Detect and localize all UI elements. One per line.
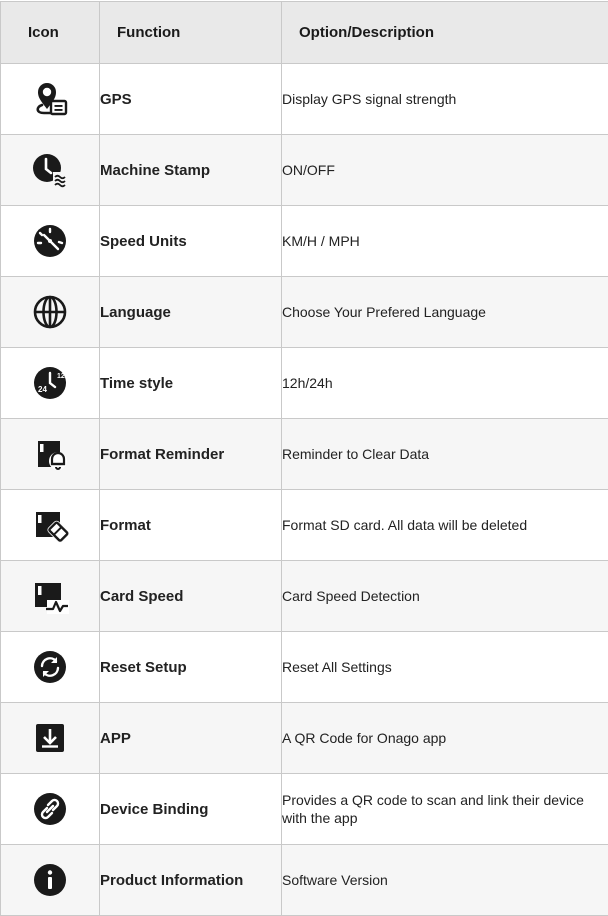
- icon-cell: [1, 561, 100, 632]
- icon-cell: [1, 419, 100, 490]
- icon-cell: [1, 277, 100, 348]
- globe-icon: [30, 292, 70, 332]
- clock-24-icon: 12 24: [30, 363, 70, 403]
- table-row-speed-units: Speed Units KM/H / MPH: [1, 206, 608, 277]
- option-description: Format SD card. All data will be deleted: [282, 490, 608, 561]
- icon-cell: [1, 703, 100, 774]
- option-description: Reminder to Clear Data: [282, 419, 608, 490]
- clock-label-12: 12: [57, 373, 65, 380]
- function-label: Product Information: [100, 845, 282, 916]
- icon-cell: [1, 490, 100, 561]
- sd-card-bell-icon: [30, 434, 70, 474]
- sd-card-eraser-icon: [30, 505, 70, 545]
- download-icon: [30, 718, 70, 758]
- header-function: Function: [100, 2, 282, 64]
- option-description: Display GPS signal strength: [282, 64, 608, 135]
- function-label: Format: [100, 490, 282, 561]
- option-description: 12h/24h: [282, 348, 608, 419]
- icon-cell: [1, 206, 100, 277]
- function-label: APP: [100, 703, 282, 774]
- icon-cell: [1, 845, 100, 916]
- header-option: Option/Description: [282, 2, 608, 64]
- option-description: A QR Code for Onago app: [282, 703, 608, 774]
- clock-waves-icon: [30, 150, 70, 190]
- option-description: Reset All Settings: [282, 632, 608, 703]
- table-row-machine-stamp: Machine Stamp ON/OFF: [1, 135, 608, 206]
- icon-cell: [1, 135, 100, 206]
- speedometer-icon: [30, 221, 70, 261]
- info-icon: [30, 860, 70, 900]
- clock-label-24: 24: [38, 385, 47, 394]
- function-label: Device Binding: [100, 774, 282, 845]
- function-label: Time style: [100, 348, 282, 419]
- sd-card-speed-icon: [30, 576, 70, 616]
- table-row-format: Format Format SD card. All data will be …: [1, 490, 608, 561]
- function-label: Speed Units: [100, 206, 282, 277]
- link-icon: [30, 789, 70, 829]
- icon-cell: [1, 64, 100, 135]
- settings-menu-table: Icon Function Option/Description GPS Dis…: [0, 1, 608, 916]
- option-description: Software Version: [282, 845, 608, 916]
- gps-pin-icon: [30, 79, 70, 119]
- table-row-gps: GPS Display GPS signal strength: [1, 64, 608, 135]
- table-header-row: Icon Function Option/Description: [1, 2, 608, 64]
- option-description: Choose Your Prefered Language: [282, 277, 608, 348]
- header-icon: Icon: [1, 2, 100, 64]
- function-label: Language: [100, 277, 282, 348]
- icon-cell: [1, 632, 100, 703]
- option-description: Card Speed Detection: [282, 561, 608, 632]
- function-label: Machine Stamp: [100, 135, 282, 206]
- option-description: KM/H / MPH: [282, 206, 608, 277]
- icon-cell: [1, 774, 100, 845]
- table-row-app: APP A QR Code for Onago app: [1, 703, 608, 774]
- table-row-format-reminder: Format Reminder Reminder to Clear Data: [1, 419, 608, 490]
- table-row-card-speed: Card Speed Card Speed Detection: [1, 561, 608, 632]
- function-label: GPS: [100, 64, 282, 135]
- table-row-product-information: Product Information Software Version: [1, 845, 608, 916]
- table-row-time-style: 12 24 Time style 12h/24h: [1, 348, 608, 419]
- option-description: ON/OFF: [282, 135, 608, 206]
- option-description: Provides a QR code to scan and link thei…: [282, 774, 608, 845]
- table-row-reset-setup: Reset Setup Reset All Settings: [1, 632, 608, 703]
- table-row-device-binding: Device Binding Provides a QR code to sca…: [1, 774, 608, 845]
- reset-arrows-icon: [30, 647, 70, 687]
- function-label: Reset Setup: [100, 632, 282, 703]
- icon-cell: 12 24: [1, 348, 100, 419]
- function-label: Card Speed: [100, 561, 282, 632]
- table-row-language: Language Choose Your Prefered Language: [1, 277, 608, 348]
- function-label: Format Reminder: [100, 419, 282, 490]
